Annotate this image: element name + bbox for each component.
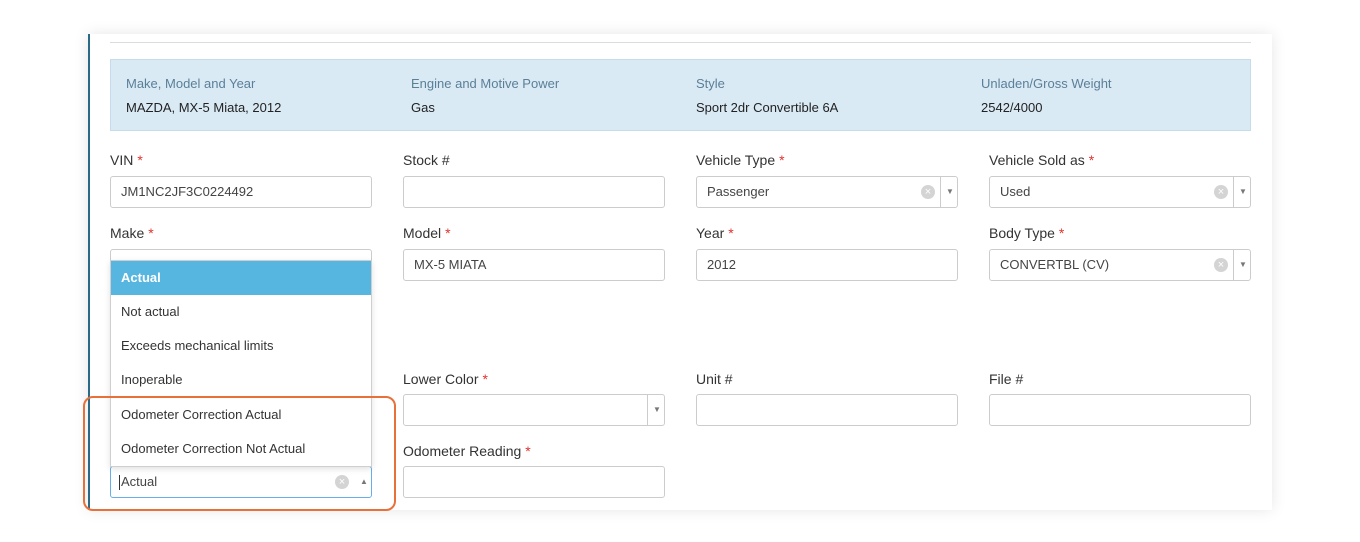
chevron-down-icon[interactable]: ▼ [941,177,957,207]
odometer-reading-label-text: Odometer Reading [403,443,522,459]
file-input[interactable] [989,394,1251,426]
lower-color-select[interactable]: ▼ [403,394,665,426]
required-marker: * [482,371,488,387]
vehicle-type-label: Vehicle Type * [696,152,785,168]
stock-input[interactable] [403,176,665,208]
body-type-label: Body Type * [989,225,1064,241]
unit-input[interactable] [696,394,958,426]
dropdown-option[interactable]: Actual [111,261,371,295]
odometer-reading-label: Odometer Reading * [403,443,531,459]
vin-label-text: VIN [110,152,134,168]
vehicle-type-select[interactable]: Passenger × ▼ [696,176,958,208]
lower-color-label-text: Lower Color [403,371,479,387]
body-type-label-text: Body Type [989,225,1055,241]
chevron-down-icon[interactable]: ▼ [648,395,664,425]
stock-label: Stock # [403,152,450,168]
summary-value: MAZDA, MX-5 Miata, 2012 [126,100,282,115]
vehicle-type-label-text: Vehicle Type [696,152,776,168]
summary-value: Gas [411,100,435,115]
unit-label: Unit # [696,371,733,387]
summary-label: Engine and Motive Power [411,76,560,91]
summary-value: 2542/4000 [981,100,1043,115]
summary-label: Style [696,76,725,91]
vin-label: VIN * [110,152,143,168]
lower-color-label: Lower Color * [403,371,488,387]
required-marker: * [1088,152,1095,168]
vehicle-sold-as-label-text: Vehicle Sold as [989,152,1085,168]
dropdown-option[interactable]: Inoperable [111,363,371,397]
highlight-annotation [83,396,396,511]
clear-icon[interactable]: × [1214,185,1228,199]
vehicle-sold-as-label: Vehicle Sold as * [989,152,1094,168]
summary-label: Make, Model and Year [126,76,256,91]
required-marker: * [525,443,531,459]
chevron-down-icon[interactable]: ▼ [1234,250,1250,280]
body-type-value: CONVERTBL (CV) [1000,257,1110,272]
make-label: Make * [110,225,154,241]
chevron-down-icon[interactable]: ▼ [1234,177,1250,207]
vehicle-type-value: Passenger [707,184,770,199]
dropdown-option[interactable]: Not actual [111,295,371,329]
section-divider [110,42,1251,43]
required-marker: * [137,152,143,168]
summary-value: Sport 2dr Convertible 6A [696,100,839,115]
vehicle-summary-panel: Make, Model and Year MAZDA, MX-5 Miata, … [110,59,1251,131]
body-type-select[interactable]: CONVERTBL (CV) × ▼ [989,249,1251,281]
summary-label: Unladen/Gross Weight [981,76,1112,91]
required-marker: * [148,225,154,241]
year-label-text: Year [696,225,725,241]
required-marker: * [728,225,734,241]
model-label-text: Model [403,225,442,241]
required-marker: * [445,225,451,241]
dropdown-option[interactable]: Exceeds mechanical limits [111,329,371,363]
odometer-reading-input[interactable] [403,466,665,498]
file-label: File # [989,371,1024,387]
vehicle-sold-as-value: Used [1000,184,1031,199]
year-input[interactable]: 2012 [696,249,958,281]
year-label: Year * [696,225,734,241]
clear-icon[interactable]: × [1214,258,1228,272]
model-label: Model * [403,225,451,241]
required-marker: * [779,152,785,168]
make-label-text: Make [110,225,145,241]
model-input[interactable]: MX-5 MIATA [403,249,665,281]
vehicle-sold-as-select[interactable]: Used × ▼ [989,176,1251,208]
required-marker: * [1058,225,1065,241]
clear-icon[interactable]: × [921,185,935,199]
vin-input[interactable]: JM1NC2JF3C0224492 [110,176,372,208]
